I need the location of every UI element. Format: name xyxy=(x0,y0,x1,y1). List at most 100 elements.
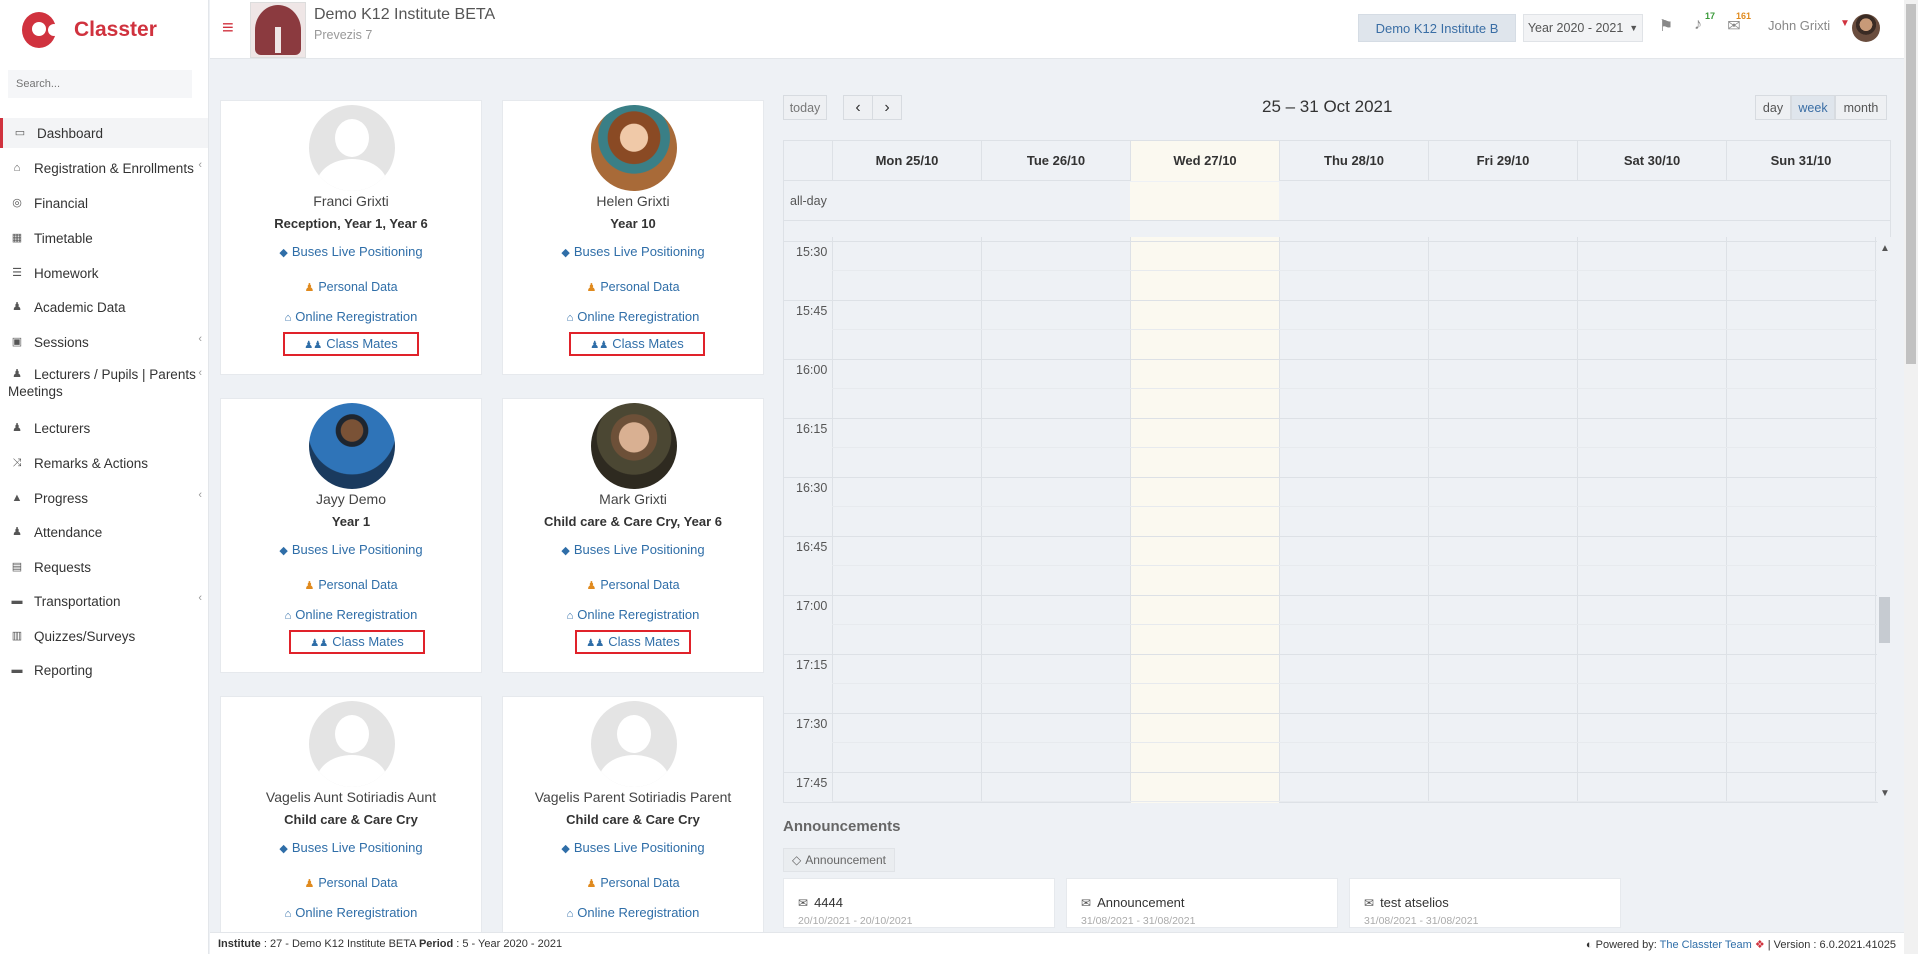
announcement-card[interactable]: ✉ test atselios 31/08/2021 - 31/08/2021 xyxy=(1349,878,1621,928)
time-label: 15:45 xyxy=(796,304,828,318)
map-marker-icon: ◆ xyxy=(561,545,570,557)
envelope-icon[interactable]: ✉ 161 xyxy=(1724,11,1751,36)
institution-icon: ⌂ xyxy=(566,610,574,622)
announcement-card[interactable]: ✉ 4444 20/10/2021 - 20/10/2021 xyxy=(783,878,1055,928)
student-photo[interactable] xyxy=(309,105,395,191)
prev-week-button[interactable]: ‹ xyxy=(843,95,873,120)
announcements-title: Announcements xyxy=(783,818,901,835)
calendar-scrollbar[interactable]: ▲ ▼ xyxy=(1878,237,1891,803)
personal-data-link-label: Personal Data xyxy=(318,280,398,294)
calendar-time-slots[interactable]: 15:30 15:45 16:00 16:15 16:30 16:45 17:00 17:15… xyxy=(784,237,1879,803)
sidebar-item-label: Homework xyxy=(34,265,99,281)
class-mates-label: Class Mates xyxy=(326,336,398,351)
day-header[interactable]: Tue 26/10 xyxy=(981,141,1130,181)
day-header[interactable]: Sun 31/10 xyxy=(1726,141,1875,181)
sidebar-item[interactable]: ☰ Homework xyxy=(0,258,208,288)
buses-live-positioning-link[interactable]: ◆ Buses Live Positioning xyxy=(221,542,481,557)
sidebar-item-label-line2: Meetings xyxy=(8,384,63,399)
sidebar-item[interactable]: ▬ Transportation ‹ xyxy=(0,586,208,616)
personal-data-link-label: Personal Data xyxy=(318,578,398,592)
institution-icon: ⌂ xyxy=(566,908,574,920)
sidebar-search-input[interactable] xyxy=(8,70,192,98)
sidebar-item[interactable]: ▬ Reporting xyxy=(0,655,208,685)
sidebar-item[interactable]: ▥ Quizzes/Surveys xyxy=(0,621,208,651)
personal-data-link-label: Personal Data xyxy=(318,876,398,890)
announcement-card[interactable]: ✉ Announcement 31/08/2021 - 31/08/2021 xyxy=(1066,878,1338,928)
sidebar-item[interactable]: ▦ Timetable xyxy=(0,223,208,253)
day-header[interactable]: Fri 29/10 xyxy=(1428,141,1577,181)
scroll-down-icon[interactable]: ▼ xyxy=(1880,788,1890,799)
classter-logo[interactable]: Classter xyxy=(0,0,208,60)
buses-live-positioning-link[interactable]: ◆ Buses Live Positioning xyxy=(503,542,763,557)
sidebar-item-label: Academic Data xyxy=(34,299,126,315)
student-photo[interactable] xyxy=(591,403,677,489)
online-reregistration-link[interactable]: ⌂ Online Reregistration xyxy=(221,309,481,324)
online-reregistration-link[interactable]: ⌂ Online Reregistration xyxy=(221,905,481,920)
day-header[interactable]: Sat 30/10 xyxy=(1577,141,1726,181)
sidebar-item[interactable]: ⤨ Remarks & Actions xyxy=(0,448,208,478)
personal-data-link[interactable]: ♟ Personal Data xyxy=(221,578,481,592)
sidebar-item[interactable]: ⌂ Registration & Enrollments ‹ xyxy=(0,153,208,183)
buses-live-positioning-link[interactable]: ◆ Buses Live Positioning xyxy=(503,840,763,855)
hamburger-menu-icon[interactable]: ≡ xyxy=(222,18,234,38)
scroll-thumb[interactable] xyxy=(1879,597,1890,643)
user-name[interactable]: John Grixti xyxy=(1768,18,1830,33)
class-mates-button[interactable]: ♟♟ Class Mates xyxy=(283,332,419,356)
day-header[interactable]: Wed 27/10 xyxy=(1130,141,1279,181)
sidebar-item[interactable]: ▣ Sessions ‹ xyxy=(0,327,208,357)
online-reregistration-link[interactable]: ⌂ Online Reregistration xyxy=(503,309,763,324)
buses-live-positioning-link[interactable]: ◆ Buses Live Positioning xyxy=(503,244,763,259)
user-edit-icon: ♟ xyxy=(586,580,597,592)
sidebar-item[interactable]: ♟ Lecturers / Pupils | Parents Meetings ‹ xyxy=(0,361,208,407)
personal-data-link[interactable]: ♟ Personal Data xyxy=(221,280,481,294)
year-select[interactable]: Year 2020 - 2021 ▼ xyxy=(1523,14,1643,42)
student-photo[interactable] xyxy=(309,701,395,787)
today-button[interactable]: today xyxy=(783,95,827,120)
scroll-up-icon[interactable]: ▲ xyxy=(1880,243,1890,254)
announcement-filter-tag[interactable]: ◇ Announcement xyxy=(783,848,895,872)
personal-data-link[interactable]: ♟ Personal Data xyxy=(503,578,763,592)
sidebar-item[interactable]: ▤ Requests xyxy=(0,552,208,582)
sidebar-item[interactable]: ▭ Dashboard xyxy=(0,118,208,148)
sidebar-item[interactable]: ♟ Attendance xyxy=(0,517,208,547)
personal-data-link[interactable]: ♟ Personal Data xyxy=(503,280,763,294)
sidebar-item[interactable]: ◎ Financial xyxy=(0,188,208,218)
buses-live-positioning-link[interactable]: ◆ Buses Live Positioning xyxy=(221,244,481,259)
sidebar-item[interactable]: ♟ Academic Data xyxy=(0,292,208,322)
next-week-button[interactable]: › xyxy=(872,95,902,120)
page-scrollbar[interactable] xyxy=(1904,0,1918,954)
online-reregistration-link[interactable]: ⌂ Online Reregistration xyxy=(503,607,763,622)
calendar-title: 25 – 31 Oct 2021 xyxy=(1262,97,1393,116)
student-photo[interactable] xyxy=(591,105,677,191)
day-header[interactable]: Thu 28/10 xyxy=(1279,141,1428,181)
view-day-button[interactable]: day xyxy=(1755,95,1791,120)
day-header[interactable]: Mon 25/10 xyxy=(832,141,981,181)
bell-icon[interactable]: ♪ 17 xyxy=(1688,11,1715,36)
student-photo[interactable] xyxy=(309,403,395,489)
map-marker-icon: ◆ xyxy=(561,843,570,855)
class-mates-button[interactable]: ♟♟ Class Mates xyxy=(289,630,425,654)
caret-down-icon[interactable]: ▼ xyxy=(1840,18,1850,29)
class-mates-button[interactable]: ♟♟ Class Mates xyxy=(569,332,705,356)
buses-live-positioning-link[interactable]: ◆ Buses Live Positioning xyxy=(221,840,481,855)
page-scroll-thumb[interactable] xyxy=(1906,4,1916,364)
view-week-button[interactable]: week xyxy=(1791,95,1835,120)
chalkboard-icon: ▣ xyxy=(11,336,23,348)
institute-switch-button[interactable]: Demo K12 Institute B xyxy=(1358,14,1516,42)
personal-data-link[interactable]: ♟ Personal Data xyxy=(503,876,763,890)
column-divider xyxy=(1726,237,1727,803)
online-reregistration-link[interactable]: ⌂ Online Reregistration xyxy=(221,607,481,622)
map-marker-icon: ◆ xyxy=(279,843,288,855)
sidebar-item[interactable]: ♟ Lecturers xyxy=(0,413,208,443)
student-photo[interactable] xyxy=(591,701,677,787)
sidebar-item[interactable]: ▲ Progress ‹ xyxy=(0,483,208,513)
view-month-button[interactable]: month xyxy=(1835,95,1887,120)
sidebar-item-label: Remarks & Actions xyxy=(34,455,149,471)
personal-data-link[interactable]: ♟ Personal Data xyxy=(221,876,481,890)
classter-team-link[interactable]: The Classter Team xyxy=(1660,939,1752,951)
class-mates-button[interactable]: ♟♟ Class Mates xyxy=(575,630,691,654)
user-avatar[interactable] xyxy=(1852,14,1880,42)
envelope-icon: ✉ xyxy=(798,896,809,910)
online-reregistration-link[interactable]: ⌂ Online Reregistration xyxy=(503,905,763,920)
flag-icon[interactable]: ⚑ xyxy=(1656,16,1676,36)
